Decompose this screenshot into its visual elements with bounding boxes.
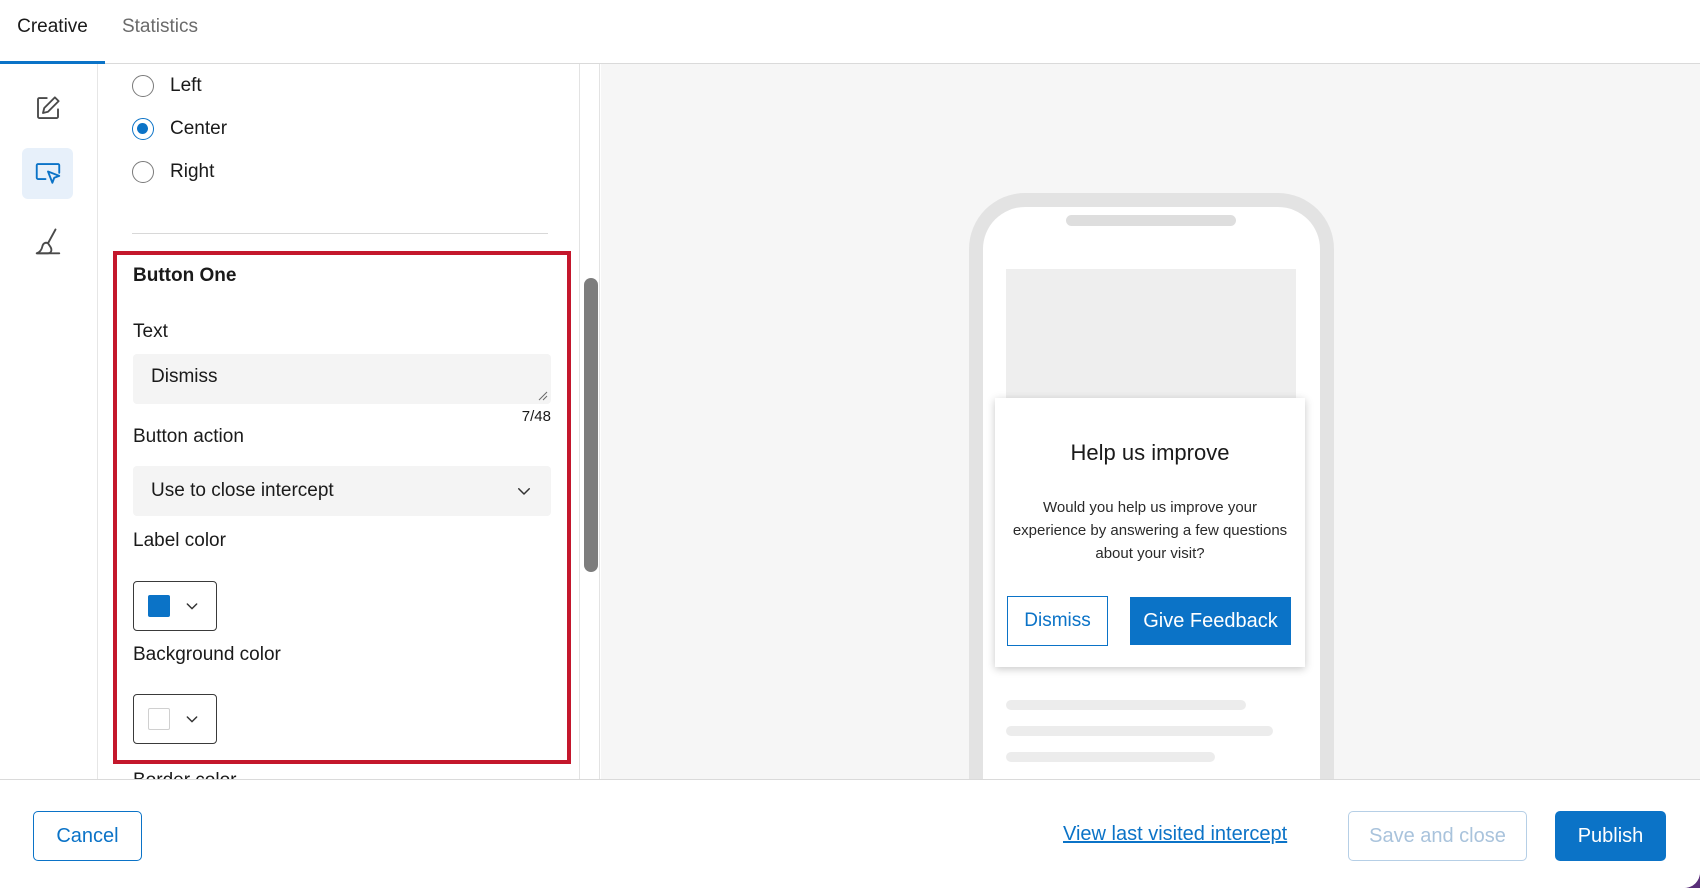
button-action-select[interactable]: Use to close intercept	[133, 466, 551, 516]
brush-icon	[35, 228, 60, 254]
editor-window: Creative Statistics Left Center Right Bu…	[0, 0, 1700, 888]
intercept-preview-card: Help us improve Would you help us improv…	[995, 398, 1305, 667]
background-color-swatch	[148, 708, 170, 730]
button-action-label: Button action	[133, 426, 244, 447]
button-one-title: Button One	[133, 265, 237, 286]
skeleton-line	[1006, 752, 1215, 762]
resize-grip-icon[interactable]	[538, 391, 548, 401]
radio-control[interactable]	[132, 75, 154, 97]
chevron-down-icon	[186, 603, 198, 610]
label-color-picker[interactable]	[133, 581, 217, 631]
radio-align-left[interactable]: Left	[132, 72, 202, 100]
radio-control[interactable]	[132, 161, 154, 183]
rail-style-button[interactable]	[22, 216, 73, 267]
button-action-value: Use to close intercept	[151, 480, 334, 501]
panel-scrollbar[interactable]	[579, 64, 600, 854]
tab-bar: Creative Statistics	[0, 0, 1700, 64]
scrollbar-thumb[interactable]	[584, 278, 598, 572]
cursor-click-icon	[35, 162, 60, 184]
radio-label: Center	[170, 118, 228, 139]
char-counter: 7/48	[521, 408, 551, 425]
radio-align-center[interactable]: Center	[132, 115, 227, 143]
text-field-label: Text	[133, 321, 168, 342]
tab-creative[interactable]: Creative	[0, 0, 105, 64]
label-color-swatch	[148, 595, 170, 617]
cancel-button[interactable]: Cancel	[33, 811, 142, 861]
skeleton-line	[1006, 700, 1246, 710]
border-color-label: Border color	[133, 770, 237, 779]
phone-hero-placeholder	[1006, 269, 1296, 399]
preview-dismiss-button[interactable]: Dismiss	[1007, 596, 1108, 646]
phone-notch	[1066, 215, 1236, 226]
radio-control[interactable]	[132, 118, 154, 140]
background-color-label: Background color	[133, 644, 281, 665]
preview-feedback-button[interactable]: Give Feedback	[1130, 597, 1291, 645]
view-last-visited-link[interactable]: View last visited intercept	[1063, 823, 1287, 846]
intercept-body: Would you help us improve your experienc…	[1012, 499, 1288, 562]
button-text-input[interactable]: Dismiss	[133, 354, 551, 404]
tab-statistics[interactable]: Statistics	[110, 0, 210, 64]
skeleton-line	[1006, 726, 1273, 736]
edit-icon	[36, 95, 60, 119]
chevron-down-icon	[186, 716, 198, 723]
radio-label: Left	[170, 75, 202, 96]
radio-align-right[interactable]: Right	[132, 158, 214, 186]
settings-panel: Left Center Right Button One Text Dismis…	[98, 64, 579, 779]
intercept-title: Help us improve	[1070, 440, 1230, 465]
rail-edit-button[interactable]	[22, 82, 73, 133]
chevron-down-icon	[518, 488, 530, 495]
background-color-picker[interactable]	[133, 694, 217, 744]
button-text-value: Dismiss	[151, 366, 218, 387]
tool-rail	[0, 64, 98, 779]
radio-label: Right	[170, 161, 215, 182]
save-and-close-button[interactable]: Save and close	[1348, 811, 1527, 861]
footer-bar: Cancel View last visited intercept Save …	[0, 779, 1700, 888]
label-color-label: Label color	[133, 530, 226, 551]
rail-intercept-button[interactable]	[22, 148, 73, 199]
section-divider	[132, 233, 548, 234]
publish-button[interactable]: Publish	[1555, 811, 1666, 861]
